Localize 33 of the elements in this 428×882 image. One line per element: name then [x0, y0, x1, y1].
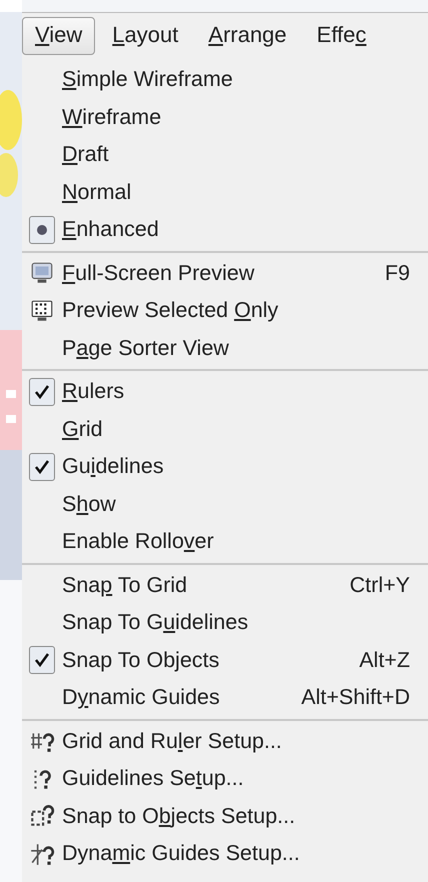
menu-item[interactable]: Snap To Objects: [62, 648, 220, 672]
menu-item[interactable]: Guidelines Setup...: [62, 766, 244, 790]
menu-item[interactable]: Snap to Objects Setup...: [62, 804, 296, 828]
menu-item[interactable]: Dynamic Guides Setup...: [62, 841, 300, 866]
menu-bar-item[interactable]: Layout: [99, 17, 192, 55]
menu-item[interactable]: Enhanced: [62, 217, 159, 242]
menu-bar-item[interactable]: View: [22, 17, 96, 55]
menu-item[interactable]: Full-Screen Preview: [62, 260, 254, 285]
monitor-grid-icon: [29, 298, 55, 323]
menu-item[interactable]: Simple Wireframe: [62, 67, 233, 92]
menu-bar-item[interactable]: Arrange: [195, 17, 300, 55]
menu-bar-item[interactable]: Effec: [304, 17, 380, 55]
menu-item[interactable]: Rulers: [62, 379, 124, 404]
menu-item[interactable]: Guidelines: [62, 454, 164, 478]
monitor-icon: [29, 261, 55, 286]
menu-item[interactable]: Grid and Ruler Setup...: [62, 728, 282, 753]
shortcut-text: Alt+Z: [359, 648, 410, 673]
menu-item[interactable]: Dynamic Guides: [62, 685, 220, 710]
menu-item[interactable]: Snap To Guidelines: [62, 610, 248, 634]
shortcut-text: Alt+Shift+D: [301, 685, 410, 710]
shortcut-text: Ctrl+Y: [350, 572, 410, 598]
menu-item[interactable]: Snap To Grid: [62, 572, 188, 597]
menu-item[interactable]: Wireframe: [62, 104, 162, 129]
menu-item[interactable]: Enable Rollover: [62, 529, 214, 554]
menu-item[interactable]: Grid: [62, 416, 103, 441]
menu-item[interactable]: Show: [62, 492, 116, 516]
menu-item[interactable]: Draft: [62, 142, 109, 166]
menu-item[interactable]: Preview Selected Only: [62, 298, 278, 322]
guides-question-icon: [29, 842, 55, 866]
shortcut-text: F9: [384, 260, 410, 286]
menu-item[interactable]: Page Sorter View: [62, 336, 229, 360]
dashed-box-question-icon: [29, 804, 55, 828]
menu-item[interactable]: Normal: [62, 180, 132, 204]
